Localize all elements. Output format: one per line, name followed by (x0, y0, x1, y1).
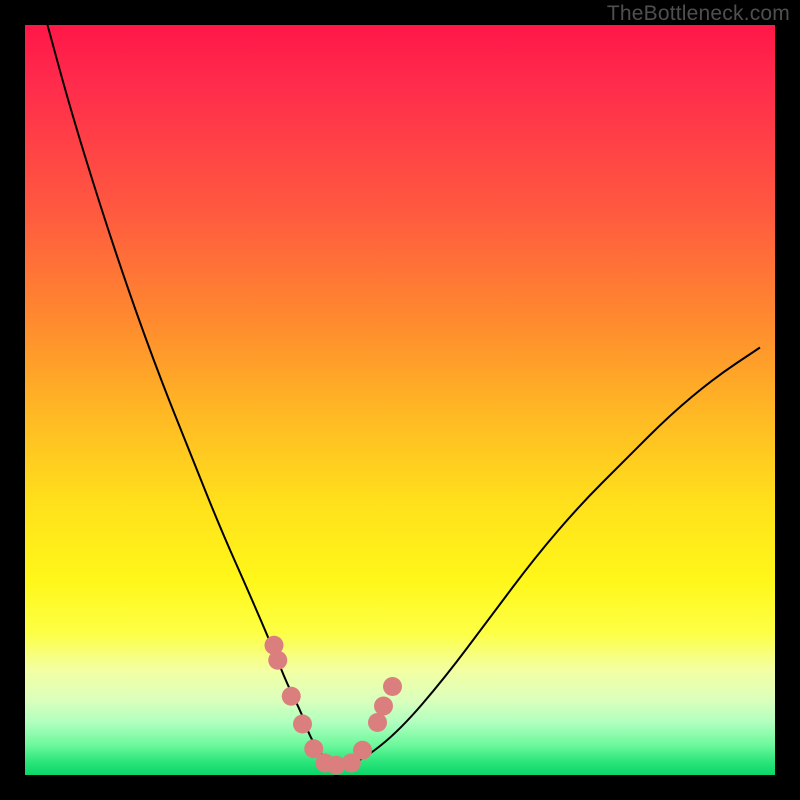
marker-dot (282, 687, 301, 706)
marker-dot (383, 677, 402, 696)
chart-svg (25, 25, 775, 775)
marker-dot (268, 651, 287, 670)
marker-dot (353, 741, 372, 760)
marker-dot (293, 715, 312, 734)
marker-dot (374, 697, 393, 716)
watermark-text: TheBottleneck.com (607, 2, 790, 26)
curve-line (48, 25, 761, 766)
marker-dot (368, 713, 387, 732)
chart-plot-area (25, 25, 775, 775)
chart-frame: TheBottleneck.com (0, 0, 800, 800)
